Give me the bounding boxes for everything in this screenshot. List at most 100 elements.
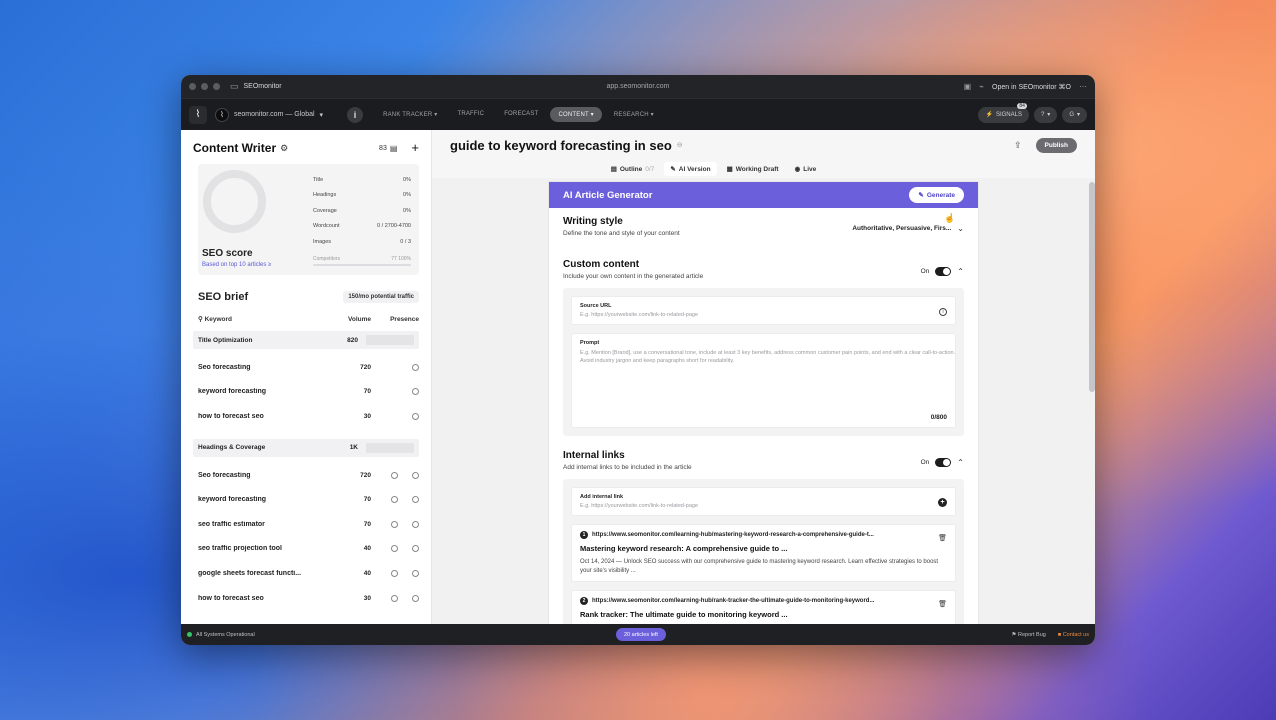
chevron-up-icon[interactable]: ⌃: [957, 458, 964, 467]
picture-in-picture-icon[interactable]: ▣: [964, 82, 972, 91]
editor-area: guide to keyword forecasting in seo ⊖ ⇪ …: [432, 130, 1095, 624]
presence-bar: [366, 335, 414, 345]
competitor-score-bar: [313, 263, 411, 266]
nav-tab[interactable]: RESEARCH ▾: [606, 107, 662, 122]
url-bar[interactable]: app.seomonitor.com: [181, 83, 1095, 90]
keyword-row[interactable]: how to forecast seo 30: [181, 586, 431, 611]
share-icon[interactable]: ⇪: [1014, 140, 1022, 151]
page-title[interactable]: guide to keyword forecasting in seo: [450, 138, 672, 153]
link-description: Oct 14, 2024 — Unlock SEO success with o…: [580, 559, 939, 574]
trash-icon[interactable]: 🗑: [938, 600, 947, 608]
report-bug-link[interactable]: ⚑ Report Bug: [1012, 632, 1046, 638]
custom-content-title: Custom content: [563, 259, 640, 270]
outline-icon: ▤: [610, 166, 617, 173]
document-icon[interactable]: ▤: [390, 144, 398, 153]
site-selector[interactable]: ⌇ seomonitor.com — Global ▾: [215, 107, 324, 122]
trash-icon[interactable]: 🗑: [938, 534, 947, 542]
keyword-row[interactable]: Seo forecasting 720: [181, 355, 431, 380]
minimize-window-button[interactable]: [201, 83, 208, 90]
editor-scrollbar[interactable]: [1089, 182, 1095, 392]
seomonitor-logo-icon[interactable]: ⌇: [189, 105, 207, 124]
articles-left-badge[interactable]: 20 articles left: [616, 628, 666, 641]
keyword-row[interactable]: seo traffic projection tool 40: [181, 537, 431, 562]
keyword-table-header: ⚲ Keyword Volume Presence: [198, 315, 419, 324]
internal-link-card[interactable]: 2 https://www.seomonitor.com/learning-hub…: [571, 590, 956, 624]
view-tab[interactable]: ✎ AI Version: [664, 162, 717, 176]
info-icon[interactable]: i: [347, 106, 364, 123]
edit-title-icon[interactable]: ⊖: [677, 141, 683, 149]
view-tabs: ▤ Outline 0/7 ✎ AI Version ▦ Working Draft ◉ Liv…: [432, 160, 1095, 178]
source-url-input[interactable]: Source URL E.g. https://yourwebsite.com/…: [571, 296, 956, 325]
presence-icon: [412, 363, 419, 371]
open-in-app-button[interactable]: Open in SEOmonitor ⌘O: [992, 83, 1071, 91]
view-tab[interactable]: ▦ Working Draft: [721, 162, 785, 176]
seo-brief-title: SEO brief: [198, 291, 249, 303]
seo-metrics: Title 0% Headings 0% Coverage 0% Wordcount 0 / …: [313, 172, 411, 266]
keyword-row[interactable]: seo traffic estimator 70: [181, 512, 431, 537]
link-icon[interactable]: ⌁: [979, 82, 984, 91]
seo-metric-row: Images 0 / 3: [313, 238, 411, 245]
chat-icon: ■: [1057, 631, 1062, 638]
close-window-button[interactable]: [189, 83, 196, 90]
brief-section-row[interactable]: Title Optimization 820: [193, 331, 419, 349]
brief-section-row[interactable]: Headings & Coverage 1K: [193, 438, 419, 457]
keyword-row[interactable]: how to forecast seo 30: [181, 404, 431, 429]
seo-metric-row: Wordcount 0 / 2700-4700: [313, 223, 411, 230]
internal-links-toggle[interactable]: [935, 458, 952, 467]
prompt-textarea[interactable]: Prompt E.g. Mention [Brand], use a conve…: [571, 333, 956, 428]
presence-icon: [391, 594, 398, 602]
help-button[interactable]: ? ▾: [1033, 106, 1058, 123]
contact-us-link[interactable]: ■ Contact us: [1058, 632, 1089, 638]
internal-link-card[interactable]: 1 https://www.seomonitor.com/learning-hub…: [571, 524, 956, 582]
view-tab[interactable]: ▤ Outline 0/7: [605, 162, 661, 176]
content-writer-sidebar: Content Writer ⚙ 83 ▤ + SEO score Based …: [181, 130, 432, 624]
more-icon[interactable]: ⋯: [1079, 82, 1087, 91]
seo-score-card: SEO score Based on top 10 articles ≥ Tit…: [198, 164, 419, 275]
bug-icon: ⚑: [1011, 631, 1017, 638]
chevron-down-icon: ▾: [319, 111, 324, 119]
generate-button[interactable]: ✎ Generate: [909, 187, 964, 203]
keyword-row[interactable]: Seo forecasting 720: [181, 463, 431, 488]
system-status[interactable]: All Systems Operational: [187, 632, 255, 638]
keyword-row[interactable]: keyword forecasting 70: [181, 487, 431, 512]
presence-indicators: [371, 363, 419, 371]
gear-icon[interactable]: ⚙: [280, 143, 288, 154]
writing-style-select[interactable]: Authoritative, Persuasive, Firs... ⌄: [852, 224, 964, 233]
presence-icon: [412, 388, 419, 396]
add-internal-link-input[interactable]: Add internal link E.g. https://yourwebsi…: [571, 487, 956, 516]
writing-style-title: Writing style: [563, 216, 623, 227]
add-document-button[interactable]: +: [411, 141, 419, 154]
chevron-up-icon[interactable]: ⌃: [957, 267, 964, 276]
status-ok-icon: [187, 632, 192, 637]
account-button[interactable]: G ▾: [1062, 106, 1087, 123]
publish-button[interactable]: Publish: [1035, 137, 1077, 153]
sidebar-toggle-icon[interactable]: ▭: [230, 81, 239, 92]
signals-button[interactable]: ⚡ SIGNALS 84: [978, 102, 1029, 123]
link-url[interactable]: https://www.seomonitor.com/learning-hub/…: [592, 532, 874, 538]
competitor-bar-label: Competitors 77 100%: [313, 255, 411, 262]
presence-indicators: [371, 569, 419, 577]
presence-indicators: [371, 412, 419, 420]
nav-tab[interactable]: RANK TRACKER ▾: [375, 107, 445, 122]
keyword-row[interactable]: google sheets forecast functi... 40: [181, 561, 431, 586]
view-tab[interactable]: ◉ Live: [789, 162, 823, 176]
link-number-badge: 1: [580, 531, 588, 539]
presence-indicators: [371, 471, 419, 479]
custom-content-toggle[interactable]: [935, 267, 952, 276]
nav-tab[interactable]: FORECAST: [496, 107, 546, 122]
zoom-window-button[interactable]: [213, 83, 220, 90]
keyword-table: Title Optimization 820 Seo forecasting 720 k…: [181, 331, 431, 610]
custom-content-subtitle: Include your own content in the generate…: [563, 273, 704, 280]
window-controls[interactable]: [189, 83, 220, 90]
link-url[interactable]: https://www.seomonitor.com/learning-hub/…: [592, 598, 874, 604]
add-link-icon[interactable]: +: [938, 498, 947, 507]
seo-score-basis-link[interactable]: Based on top 10 articles ≥: [202, 262, 271, 268]
link-number-badge: 2: [580, 597, 588, 605]
nav-tab[interactable]: TRAFFIC: [449, 107, 492, 122]
info-icon[interactable]: i: [939, 308, 947, 316]
sidebar-title: Content Writer: [193, 141, 277, 155]
nav-tab[interactable]: CONTENT ▾: [550, 107, 602, 122]
presence-icon: [412, 545, 419, 553]
internal-links-subtitle: Add internal links to be included in the…: [563, 464, 692, 471]
keyword-row[interactable]: keyword forecasting 70: [181, 380, 431, 405]
